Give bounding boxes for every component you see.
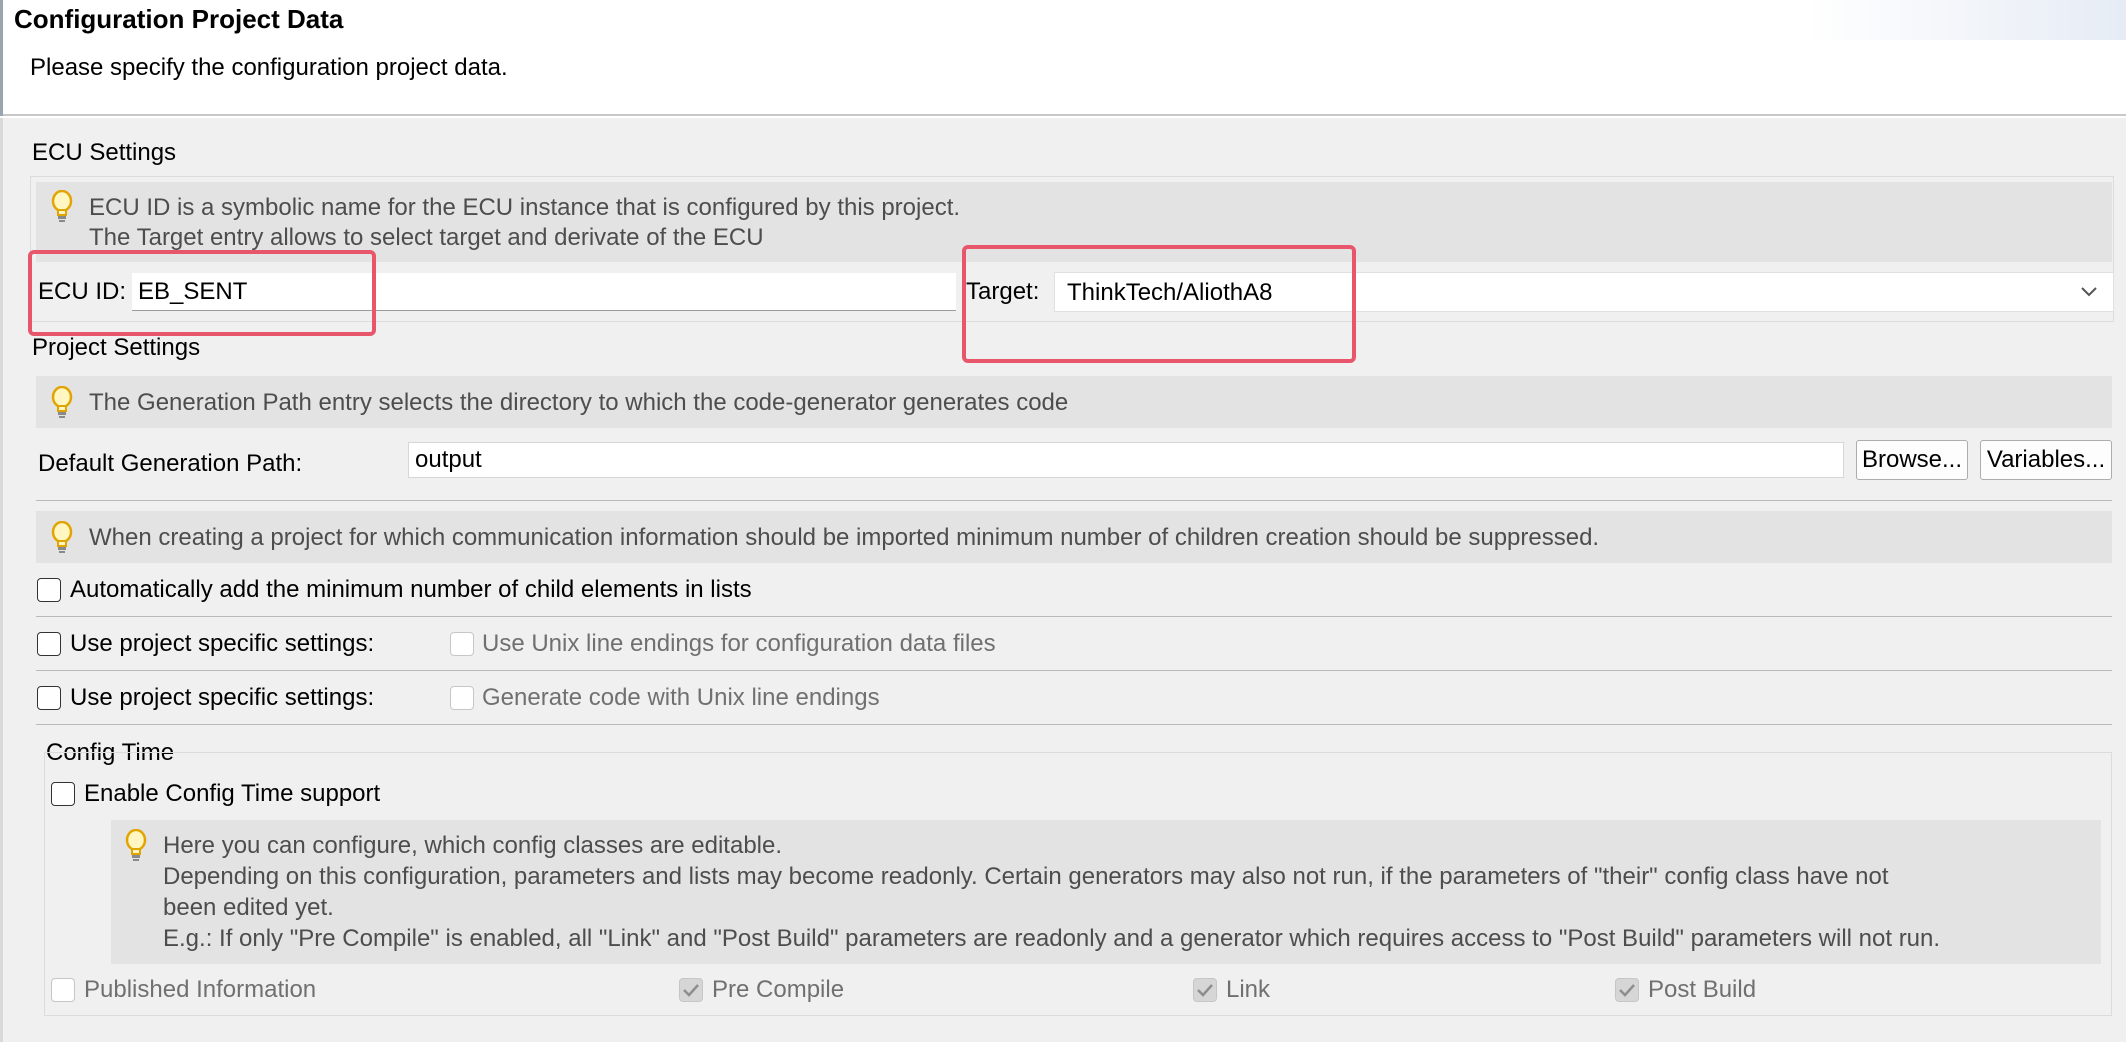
lightbulb-icon	[51, 521, 73, 553]
published-information-label: Published Information	[84, 976, 317, 1003]
enable-config-time-checkbox[interactable]	[51, 782, 75, 806]
separator	[36, 616, 2112, 617]
ecu-hint-line-2: The Target entry allows to select target…	[89, 224, 764, 251]
page-description: Please specify the configuration project…	[30, 54, 508, 81]
enable-config-time-label: Enable Config Time support	[84, 780, 381, 807]
chevron-down-icon[interactable]	[2079, 285, 2099, 299]
link-checkbox[interactable]	[1193, 978, 1217, 1002]
variables-button[interactable]: Variables...	[1980, 440, 2112, 480]
generate-unix-label: Generate code with Unix line endings	[482, 684, 880, 711]
window-edge	[0, 0, 3, 116]
auto-add-children-checkbox[interactable]	[37, 578, 61, 602]
header-banner	[1806, 0, 2126, 40]
link-label: Link	[1226, 976, 1271, 1003]
generation-path-label: Default Generation Path:	[38, 450, 303, 477]
checkmark-icon	[683, 984, 699, 997]
separator	[36, 670, 2112, 671]
wizard-header: Configuration Project Data Please specif…	[0, 0, 2126, 116]
post-build-checkbox[interactable]	[1615, 978, 1639, 1002]
auto-add-children-label: Automatically add the minimum number of …	[70, 576, 752, 603]
generate-unix-checkbox[interactable]	[450, 686, 474, 710]
lightbulb-icon	[125, 829, 147, 861]
checkmark-icon	[1197, 984, 1213, 997]
published-information-checkbox[interactable]	[51, 978, 75, 1002]
ecu-settings-group-label: ECU Settings	[32, 139, 177, 166]
lightbulb-icon	[51, 190, 73, 222]
project-settings-group-label: Project Settings	[32, 334, 201, 361]
generation-path-input[interactable]	[408, 442, 1844, 478]
checkmark-icon	[1619, 984, 1635, 997]
pre-compile-checkbox[interactable]	[679, 978, 703, 1002]
project-specific-checkbox-1[interactable]	[37, 632, 61, 656]
config-time-hint-line-1: Here you can configure, which config cla…	[163, 832, 783, 859]
project-specific-label-1: Use project specific settings:	[70, 630, 375, 657]
ecu-id-highlight-box	[28, 250, 376, 336]
project-specific-label-2: Use project specific settings:	[70, 684, 375, 711]
post-build-label: Post Build	[1648, 976, 1757, 1003]
pre-compile-label: Pre Compile	[712, 976, 845, 1003]
separator	[36, 724, 2112, 725]
config-time-hint-line-4: E.g.: If only "Pre Compile" is enabled, …	[163, 925, 1941, 952]
generation-hint: The Generation Path entry selects the di…	[89, 389, 1069, 416]
ecu-hint-line-1: ECU ID is a symbolic name for the ECU in…	[89, 194, 961, 221]
children-hint: When creating a project for which commun…	[89, 524, 1600, 551]
page-title: Configuration Project Data	[14, 4, 344, 34]
lightbulb-icon	[51, 386, 73, 418]
config-time-hint-line-3: been edited yet.	[163, 894, 334, 921]
project-specific-checkbox-2[interactable]	[37, 686, 61, 710]
unix-line-endings-checkbox[interactable]	[450, 632, 474, 656]
unix-line-endings-label: Use Unix line endings for configuration …	[482, 630, 996, 657]
config-time-hint-line-2: Depending on this configuration, paramet…	[163, 863, 1889, 890]
browse-button[interactable]: Browse...	[1856, 440, 1968, 480]
separator	[36, 500, 2112, 501]
target-highlight-box	[962, 245, 1356, 363]
